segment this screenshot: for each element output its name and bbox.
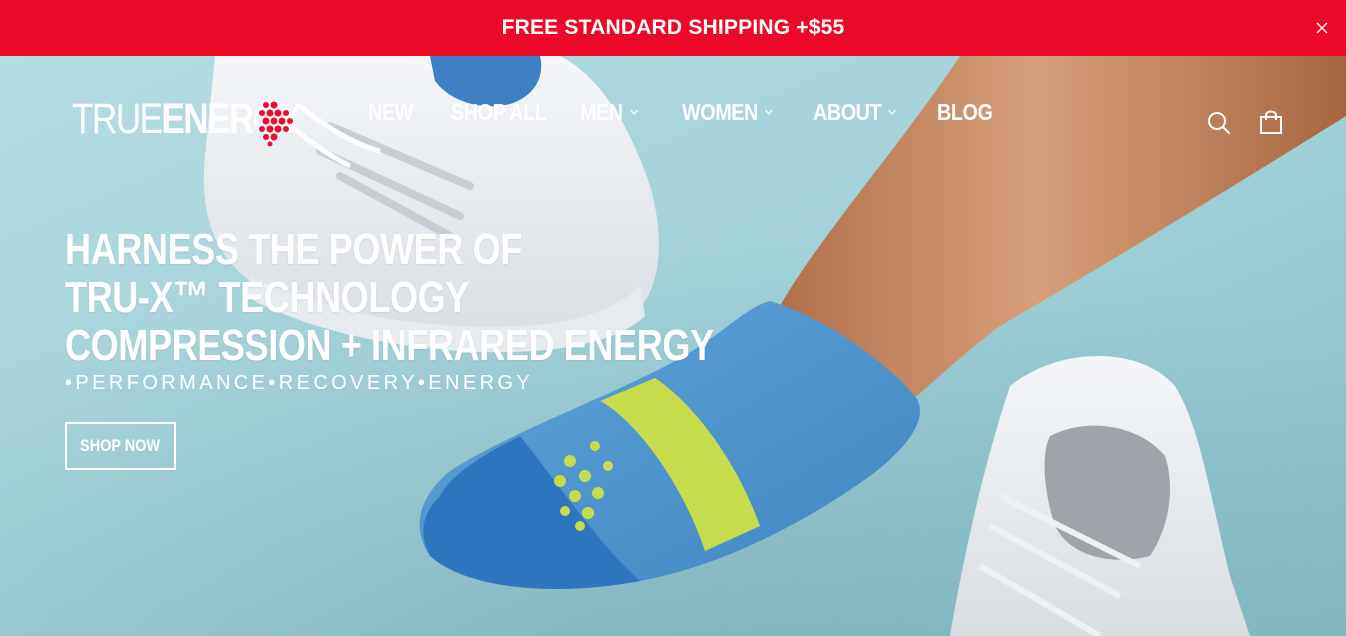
hero-headline-line-3: COMPRESSION + INFRARED ENERGY (65, 321, 714, 370)
nav-label: SHOP ALL (451, 98, 547, 125)
hero-headline-line-2: TRU-X™ TECHNOLOGY (65, 273, 469, 322)
search-button[interactable] (1206, 110, 1232, 136)
nav-item-new[interactable]: NEW (368, 99, 413, 126)
logo-mark-icon (259, 101, 293, 147)
shop-now-button[interactable]: SHOP NOW (65, 422, 176, 470)
close-icon (1316, 22, 1328, 34)
nav-label: BLOG (937, 98, 993, 125)
shop-now-label: SHOP NOW (80, 436, 161, 455)
hero-tagline: •PERFORMANCE•RECOVERY•ENERGY (65, 372, 534, 394)
logo-text-true: TRUE (72, 95, 163, 143)
chevron-down-icon (765, 109, 774, 115)
nav-item-men[interactable]: MEN (580, 99, 638, 126)
search-icon (1208, 112, 1230, 134)
cart-icon (1260, 110, 1282, 134)
nav-label: ABOUT (813, 98, 882, 125)
close-announcement-button[interactable] (1310, 16, 1334, 40)
hero-banner: TRUE ENERGY NEW SHOP ALL MEN WOMEN ABOUT… (0, 56, 1346, 636)
nav-label: WOMEN (682, 98, 758, 125)
announcement-bar: FREE STANDARD SHIPPING +$55 (0, 0, 1346, 56)
chevron-down-icon (630, 109, 639, 115)
nav-item-women[interactable]: WOMEN (682, 99, 773, 126)
nav-label: NEW (368, 98, 413, 125)
hero-headline-line-1: HARNESS THE POWER OF (65, 225, 522, 274)
nav-item-blog[interactable]: BLOG (937, 98, 993, 126)
hero-text-block: HARNESS THE POWER OF TRU-X™ TECHNOLOGY C… (65, 226, 856, 395)
chevron-down-icon (888, 109, 897, 115)
nav-label: MEN (580, 98, 623, 125)
nav-item-about[interactable]: ABOUT (813, 99, 897, 126)
nav-item-shop-all[interactable]: SHOP ALL (451, 98, 547, 126)
announcement-text: FREE STANDARD SHIPPING +$55 (501, 16, 845, 39)
cart-button[interactable] (1258, 110, 1284, 136)
